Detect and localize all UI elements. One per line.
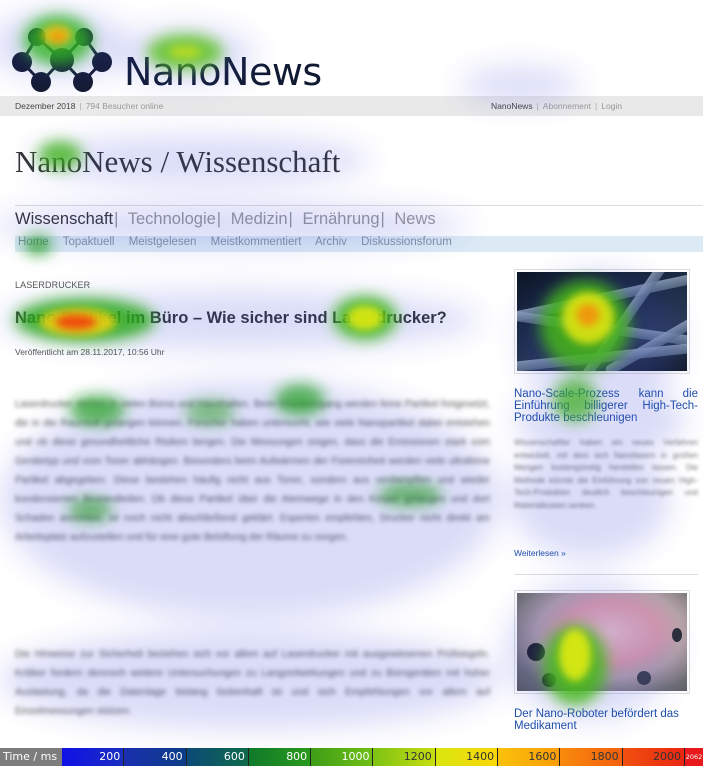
category-tab-ernaehrung[interactable]: Ernährung <box>302 210 379 228</box>
heatmap-legend: Time / ms 200 400 600 800 1000 1200 1400 1600 18… <box>0 748 703 766</box>
divider <box>514 574 698 575</box>
subnav-archiv[interactable]: Archiv <box>315 236 347 248</box>
legend-label: Time / ms <box>0 748 62 766</box>
article-published-date: Veröffentlicht am 28.11.2017, 10:56 Uhr <box>15 347 165 357</box>
legend-segment: 400 <box>124 748 187 766</box>
section-title: NanoNews / Wissenschaft <box>15 144 341 179</box>
topbar-link-nanonews[interactable]: NanoNews <box>491 101 533 111</box>
legend-segment: 1600 <box>498 748 561 766</box>
sidebar-article-title[interactable]: Nano-Scale-Prozess kann die Einführung b… <box>514 388 698 424</box>
sidebar-image-nanofibers[interactable] <box>514 269 690 374</box>
legend-segment: 1200 <box>373 748 436 766</box>
article-headline: Nano-Partikel im Büro – Wie sicher sind … <box>15 309 447 327</box>
article-kicker: LASERDRUCKER <box>15 280 91 290</box>
legend-segment: 1000 <box>311 748 374 766</box>
subnav-topaktuell[interactable]: Topaktuell <box>63 236 115 248</box>
legend-segment: 800 <box>248 748 312 766</box>
category-tab-medizin[interactable]: Medizin <box>231 210 288 228</box>
legend-segment: 1400 <box>435 748 499 766</box>
subnav-meistkommentiert[interactable]: Meistkommentiert <box>211 236 302 248</box>
site-logo[interactable]: NanoNews <box>4 20 324 96</box>
topbar-link-login[interactable]: Login <box>601 101 622 111</box>
subnav-meistgelesen[interactable]: Meistgelesen <box>129 236 197 248</box>
article-paragraph: Laserdrucker stehen in vielen Büros und … <box>15 399 490 543</box>
category-tab-news[interactable]: News <box>394 210 435 228</box>
category-nav: Wissenschaft| Technologie| Medizin| Ernä… <box>15 210 436 228</box>
current-date: Dezember 2018 <box>15 101 76 111</box>
category-tab-wissenschaft[interactable]: Wissenschaft <box>15 210 113 228</box>
legend-segment: 200 <box>62 748 125 766</box>
sidebar-article-teaser: Wissenschaftler haben ein neues Verfahre… <box>514 438 698 510</box>
sidebar-article-title[interactable]: Der Nano-Roboter befördert das Medikamen… <box>514 708 698 732</box>
top-info-bar: Dezember 2018 | 794 Besucher online NanoNe… <box>0 96 703 116</box>
sub-nav: Home Topaktuell Meistgelesen Meistkommen… <box>15 236 703 252</box>
topbar-link-abonnement[interactable]: Abonnement <box>543 101 591 111</box>
legend-segment: 2000 <box>622 748 685 766</box>
molecule-logo-icon <box>12 28 112 92</box>
sidebar-image-nanorobot[interactable] <box>514 590 690 694</box>
read-more-link[interactable]: Weiterlesen » <box>514 548 566 558</box>
subnav-home[interactable]: Home <box>18 236 49 248</box>
divider <box>15 205 703 206</box>
logo-wordmark: NanoNews <box>124 50 322 94</box>
legend-segment: 1800 <box>560 748 623 766</box>
subnav-diskussionsforum[interactable]: Diskussionsforum <box>361 236 452 248</box>
web-page: NanoNews Dezember 2018 | 794 Besucher onli… <box>0 0 703 748</box>
article-paragraph: Die Hinweise zur Sicherheit beziehen sic… <box>15 649 490 717</box>
category-tab-technologie[interactable]: Technologie <box>128 210 216 228</box>
visitors-online: 794 Besucher online <box>85 101 164 111</box>
legend-max-value: 2062 <box>685 748 703 766</box>
legend-segment: 600 <box>186 748 249 766</box>
